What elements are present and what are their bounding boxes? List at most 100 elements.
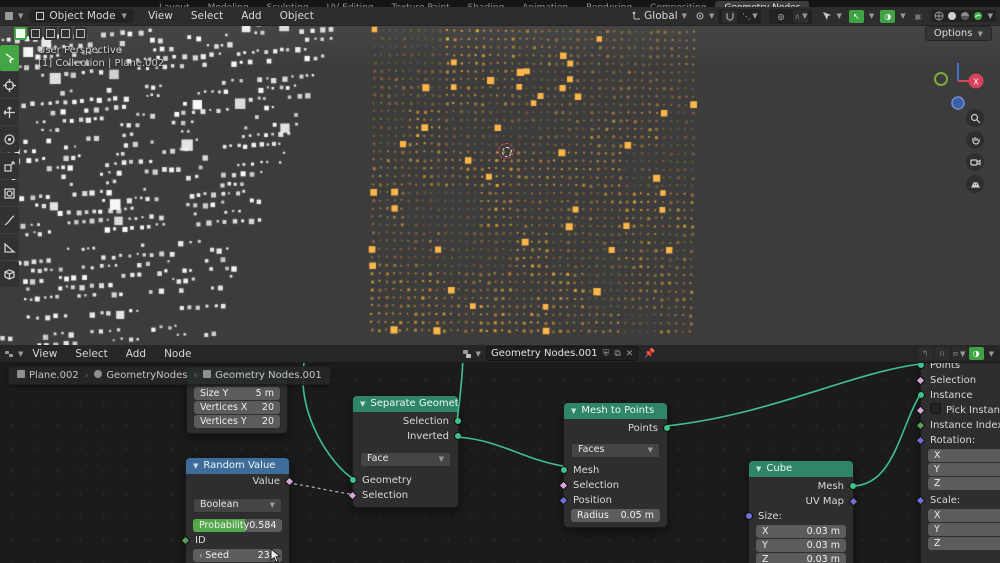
tool-annotate[interactable]	[0, 207, 19, 233]
editor-type-button[interactable]: ▼	[4, 11, 23, 21]
node-tree-name-field[interactable]: Geometry Nodes.001 ⛨ ⧉ ✕	[486, 346, 638, 361]
pick-instance-checkbox[interactable]	[930, 403, 941, 414]
socket-uvmap-out[interactable]	[849, 497, 859, 507]
socket-rotation[interactable]	[916, 436, 926, 446]
new-copy-icon[interactable]: ⧉	[614, 349, 620, 359]
probability-slider[interactable]: Probability0.584	[193, 519, 282, 532]
separate-domain-dropdown[interactable]: Face▼	[360, 452, 451, 467]
show-gizmo-dropdown[interactable]: ↖▼	[848, 10, 874, 23]
menu-object[interactable]: Object	[271, 10, 323, 22]
navigation-gizmo[interactable]: X	[925, 49, 991, 115]
camera-view-icon[interactable]	[966, 153, 984, 171]
tool-scale[interactable]	[0, 153, 19, 179]
ne-menu-view[interactable]: View	[23, 348, 66, 360]
rotation-z-field[interactable]: Z	[928, 477, 1000, 490]
tool-cursor[interactable]	[0, 72, 19, 98]
socket-size[interactable]	[745, 512, 753, 520]
socket-selection-out[interactable]	[454, 417, 462, 425]
node-separate-geometry[interactable]: ▼Separate Geometry Selection Inverted Fa…	[352, 395, 459, 508]
ne-snap-toggle[interactable]: ∩	[935, 347, 950, 360]
scale-y-field[interactable]: Y1.0	[928, 523, 1000, 536]
socket-points-out[interactable]	[663, 424, 671, 432]
show-overlays-dropdown[interactable]: ◑▼	[879, 10, 905, 23]
tool-move[interactable]	[0, 99, 19, 125]
cube-size-z[interactable]: Z0.03 m	[756, 553, 846, 563]
object-type-visibility-dropdown[interactable]: ▼	[822, 11, 841, 21]
socket-position[interactable]	[559, 496, 569, 506]
breadcrumb-nodetree[interactable]: Geometry Nodes.001	[215, 370, 322, 381]
viewport-3d[interactable]: ▼ Object Mode▼ View Select Add Object Gl…	[0, 7, 1000, 345]
select-mode-intersect[interactable]	[74, 27, 87, 40]
mode-selector[interactable]: Object Mode▼	[29, 9, 133, 23]
breadcrumb-modifier[interactable]: GeometryNodes	[106, 370, 187, 381]
tool-add-primitive[interactable]	[0, 261, 19, 287]
pin-icon[interactable]: 📌	[644, 349, 655, 359]
socket-instance-index[interactable]	[916, 421, 926, 431]
menu-select[interactable]: Select	[182, 10, 232, 22]
cube-size-y[interactable]: Y0.03 m	[756, 539, 846, 552]
breadcrumb-object[interactable]: Plane.002	[29, 370, 79, 381]
select-mode-subtract[interactable]	[44, 27, 57, 40]
group-field-size-y[interactable]: Size Y5 m	[194, 387, 280, 400]
tool-measure[interactable]	[0, 234, 19, 260]
socket-geometry-in[interactable]	[349, 476, 357, 484]
node-mesh-to-points[interactable]: ▼Mesh to Points Points Faces▼ Mesh Selec…	[563, 402, 668, 528]
socket-scale[interactable]	[916, 496, 926, 506]
mesh-to-points-mode-dropdown[interactable]: Faces▼	[571, 443, 660, 458]
socket-iop-selection[interactable]	[916, 376, 926, 386]
scale-x-field[interactable]: X1.0	[928, 509, 1000, 522]
ne-menu-select[interactable]: Select	[66, 348, 116, 360]
select-mode-extend[interactable]	[29, 27, 42, 40]
tool-select-box[interactable]	[0, 45, 19, 71]
snap-toggle[interactable]	[722, 10, 737, 23]
pivot-point-dropdown[interactable]: ▼	[695, 11, 714, 21]
shading-dropdown[interactable]: ▼	[988, 12, 993, 20]
zoom-view-icon[interactable]	[966, 109, 984, 127]
socket-pick-instance[interactable]	[916, 406, 926, 416]
ne-menu-add[interactable]: Add	[117, 348, 155, 360]
node-cube[interactable]: ▼Cube Mesh UV Map Size: X0.03 m Y0.03 m …	[748, 460, 854, 563]
menu-view[interactable]: View	[139, 10, 182, 22]
socket-value-out[interactable]	[285, 477, 295, 487]
shading-material-icon[interactable]	[960, 11, 970, 21]
xray-toggle[interactable]: ▣	[911, 10, 926, 23]
group-field-vertices-x[interactable]: Vertices X20	[194, 401, 280, 414]
node-instance-on-points[interactable]: Points Selection Instance Pick Instance …	[920, 350, 1000, 563]
tree-type-icon-dropdown[interactable]: ▼	[462, 349, 481, 359]
seed-stepper[interactable]: ‹ Seed23 ›	[193, 549, 282, 562]
socket-id[interactable]	[181, 536, 191, 546]
proportional-edit-toggle[interactable]: ◎	[773, 10, 788, 23]
socket-inverted-out[interactable]	[454, 432, 462, 440]
ne-menu-node[interactable]: Node	[155, 348, 200, 360]
radius-field[interactable]: Radius0.05 m	[571, 509, 660, 522]
shading-wireframe-icon[interactable]	[934, 11, 944, 21]
pan-view-icon[interactable]	[966, 131, 984, 149]
shading-rendered-icon[interactable]	[973, 11, 983, 21]
perspective-toggle-icon[interactable]	[966, 175, 984, 193]
menu-add[interactable]: Add	[232, 10, 270, 22]
ne-overlays-dropdown[interactable]: ◑▼	[968, 347, 994, 360]
fake-user-icon[interactable]: ⛨	[603, 349, 610, 359]
rotation-y-field[interactable]: Y	[928, 463, 1000, 476]
tool-transform[interactable]	[0, 180, 19, 206]
tool-rotate[interactable]	[0, 126, 19, 152]
select-mode-invert[interactable]	[59, 27, 72, 40]
socket-cube-mesh-out[interactable]	[849, 482, 857, 490]
ne-editor-type-button[interactable]: ▼	[4, 349, 23, 359]
snap-target-dropdown[interactable]: ⋱▼	[742, 10, 757, 23]
geometry-node-editor[interactable]: ▼ Geometry Nodes.001 Size Y5 m Vertices X…	[0, 345, 1000, 563]
rotation-x-field[interactable]: X	[928, 449, 1000, 462]
unlink-icon[interactable]: ✕	[626, 349, 634, 359]
socket-iop-instance[interactable]	[917, 391, 925, 399]
options-button[interactable]: Options ▼	[925, 26, 992, 41]
socket-mesh-in[interactable]	[560, 466, 568, 474]
shading-solid-icon[interactable]	[947, 11, 957, 21]
select-mode-new[interactable]	[14, 27, 27, 40]
group-field-vertices-y[interactable]: Vertices Y20	[194, 415, 280, 428]
falloff-dropdown[interactable]: ∧▼	[793, 10, 808, 23]
parent-tree-icon[interactable]: ↰	[918, 347, 933, 360]
socket-selection-in[interactable]	[348, 491, 358, 501]
ne-snap-target-dropdown[interactable]: ⧈▼	[952, 347, 967, 360]
scale-z-field[interactable]: Z1.0	[928, 537, 1000, 550]
socket-mtp-selection[interactable]	[559, 481, 569, 491]
